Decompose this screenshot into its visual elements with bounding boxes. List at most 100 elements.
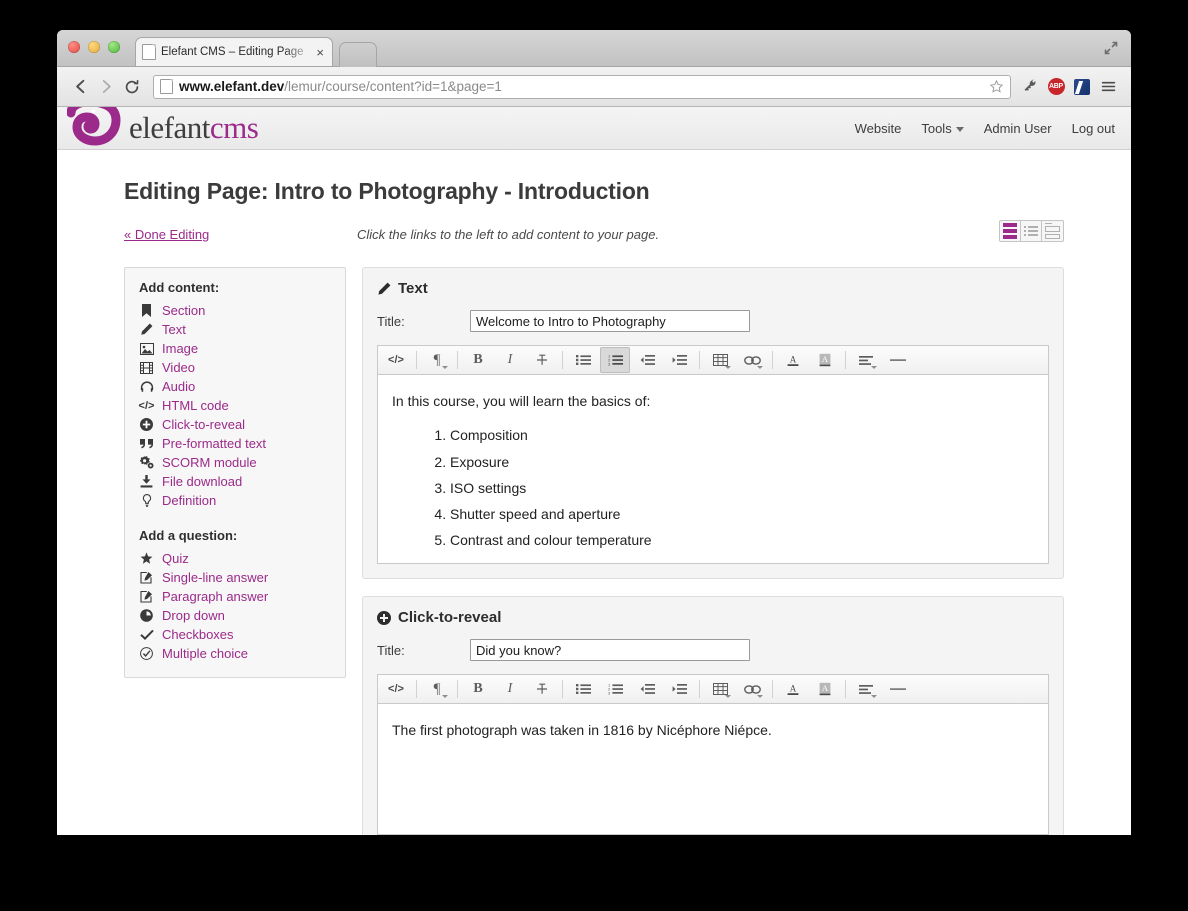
source-code-button[interactable]: </> [381,676,411,702]
editor-paragraph: In this course, you will learn the basic… [392,393,651,409]
sidebar-item-quiz[interactable]: Quiz [139,549,331,568]
sidebar-item-html-code[interactable]: </> HTML code [139,396,331,415]
address-bar[interactable]: www.elefant.dev/lemur/course/content?id=… [153,74,1011,99]
browser-tab[interactable]: Elefant CMS – Editing Page × [135,37,333,66]
svg-text:A: A [790,684,797,694]
sidebar-item-audio[interactable]: Audio [139,377,331,396]
indent-button[interactable] [664,347,694,373]
title-input[interactable] [470,310,750,332]
sidebar-item-drop-down[interactable]: Drop down [139,606,331,625]
blue-extension-icon[interactable] [1069,74,1095,100]
sidebar-item-pre-formatted-text[interactable]: Pre-formatted text [139,434,331,453]
strikethrough-button[interactable] [527,347,557,373]
sidebar-item-text[interactable]: Text [139,320,331,339]
font-color-button[interactable]: A [778,676,808,702]
italic-button[interactable]: I [495,676,525,702]
title-input[interactable] [470,639,750,661]
horizontal-rule-button[interactable] [883,347,913,373]
back-arrow-icon[interactable] [67,74,93,100]
nav-item-log-out[interactable]: Log out [1072,121,1115,136]
layout-boxes-button[interactable] [1042,221,1063,241]
strikethrough-button[interactable] [527,676,557,702]
ordered-list-button[interactable]: 123 [600,347,630,373]
align-button[interactable] [851,676,881,702]
nav-item-tools[interactable]: Tools [921,121,964,136]
edit-square-icon [139,590,154,603]
reload-icon[interactable] [119,74,145,100]
new-tab-button[interactable] [339,42,377,67]
background-color-button[interactable]: A [810,347,840,373]
film-icon [139,361,154,374]
sidebar-item-definition[interactable]: Definition [139,491,331,510]
svg-text:A: A [822,683,829,693]
nav-label: Website [854,120,902,136]
nav-item-website[interactable]: Website [855,121,902,136]
headphones-icon [139,380,154,393]
editor-content-area[interactable]: The first photograph was taken in 1816 b… [378,704,1048,834]
sidebar-item-section[interactable]: Section [139,301,331,320]
align-button[interactable] [851,347,881,373]
adblock-extension-icon[interactable]: ABP [1043,74,1069,100]
svg-text:3: 3 [608,362,611,367]
sidebar-item-single-line-answer[interactable]: Single-line answer [139,568,331,587]
indent-button[interactable] [664,676,694,702]
browser-tab-title: Elefant CMS – Editing Page [161,46,304,58]
svg-text:A: A [790,355,797,365]
italic-button[interactable]: I [495,347,525,373]
site-logo-text: elefantcms [129,112,259,143]
background-color-button[interactable]: A [810,676,840,702]
star-icon [139,552,154,565]
bold-button[interactable]: B [463,676,493,702]
edit-square-icon [139,571,154,584]
forward-arrow-icon[interactable] [93,74,119,100]
outdent-button[interactable] [632,676,662,702]
editor-content-area[interactable]: In this course, you will learn the basic… [378,375,1048,563]
source-code-button[interactable]: </> [381,347,411,373]
font-color-button[interactable]: A [778,347,808,373]
add-question-heading: Add a question: [139,528,238,543]
maximize-window-button[interactable] [108,41,120,53]
sidebar-item-click-to-reveal[interactable]: Click-to-reveal [139,415,331,434]
insert-table-button[interactable] [705,676,735,702]
hamburger-menu-icon[interactable] [1095,74,1121,100]
unordered-list-button[interactable] [568,347,598,373]
wrench-extension-icon[interactable] [1017,74,1043,100]
sidebar-item-paragraph-answer[interactable]: Paragraph answer [139,587,331,606]
title-field-label: Title: [377,313,405,329]
paragraph-format-button[interactable]: ¶ [422,676,452,702]
sidebar-item-video[interactable]: Video [139,358,331,377]
sidebar-item-scorm-module[interactable]: SCORM module [139,453,331,472]
sidebar-item-image[interactable]: Image [139,339,331,358]
nav-item-admin-user[interactable]: Admin User [984,121,1052,136]
bold-button[interactable]: B [463,347,493,373]
sidebar-item-file-download[interactable]: File download [139,472,331,491]
site-logo[interactable]: elefantcms [67,107,259,149]
browser-tab-strip: Elefant CMS – Editing Page × [57,30,1131,67]
bookmark-star-icon[interactable] [989,79,1004,94]
rich-text-editor: </> ¶ B I 123 [377,345,1049,564]
insert-table-button[interactable] [705,347,735,373]
close-tab-icon[interactable]: × [314,46,326,59]
address-domain: www.elefant.dev [179,79,285,94]
done-editing-link[interactable]: « Done Editing [124,227,209,242]
layout-single-column-button[interactable] [1000,221,1021,241]
layout-list-button[interactable] [1021,221,1042,241]
ordered-list-button[interactable]: 123 [600,676,630,702]
title-field-row: Title: [377,639,1049,661]
add-content-heading: Add content: [139,280,220,295]
fullscreen-expand-icon[interactable] [1103,40,1119,56]
unordered-list-button[interactable] [568,676,598,702]
toolbar-separator [416,680,417,698]
minimize-window-button[interactable] [88,41,100,53]
horizontal-rule-button[interactable] [883,676,913,702]
sidebar-item-checkboxes[interactable]: Checkboxes [139,625,331,644]
paragraph-format-button[interactable]: ¶ [422,347,452,373]
sidebar-item-multiple-choice[interactable]: Multiple choice [139,644,331,663]
sidebar-item-label: File download [162,474,243,489]
insert-link-button[interactable] [737,347,767,373]
outdent-button[interactable] [632,347,662,373]
close-window-button[interactable] [68,41,80,53]
insert-link-button[interactable] [737,676,767,702]
sidebar-item-label: Definition [162,493,217,508]
list-item: Shutter speed and aperture [450,504,1034,524]
